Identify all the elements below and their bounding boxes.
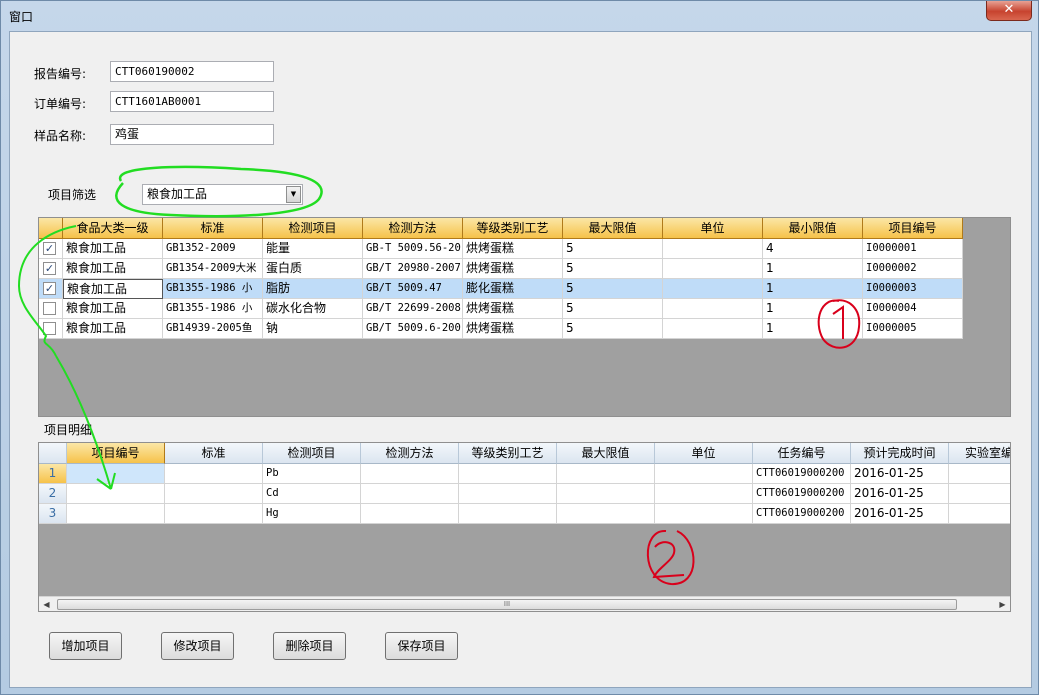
green-highlight-bracket: [17, 225, 77, 357]
red-number-1: [832, 305, 844, 339]
red-circle-annotation-1: [817, 299, 861, 349]
red-number-2: [652, 541, 685, 579]
green-arrow: [55, 355, 116, 490]
app-window: 窗口 ✕ 报告编号: CTT060190002 订单编号: CTT1601AB0…: [0, 0, 1039, 695]
green-highlight-ellipse: [115, 165, 323, 218]
annotation-overlay: [17, 165, 861, 586]
